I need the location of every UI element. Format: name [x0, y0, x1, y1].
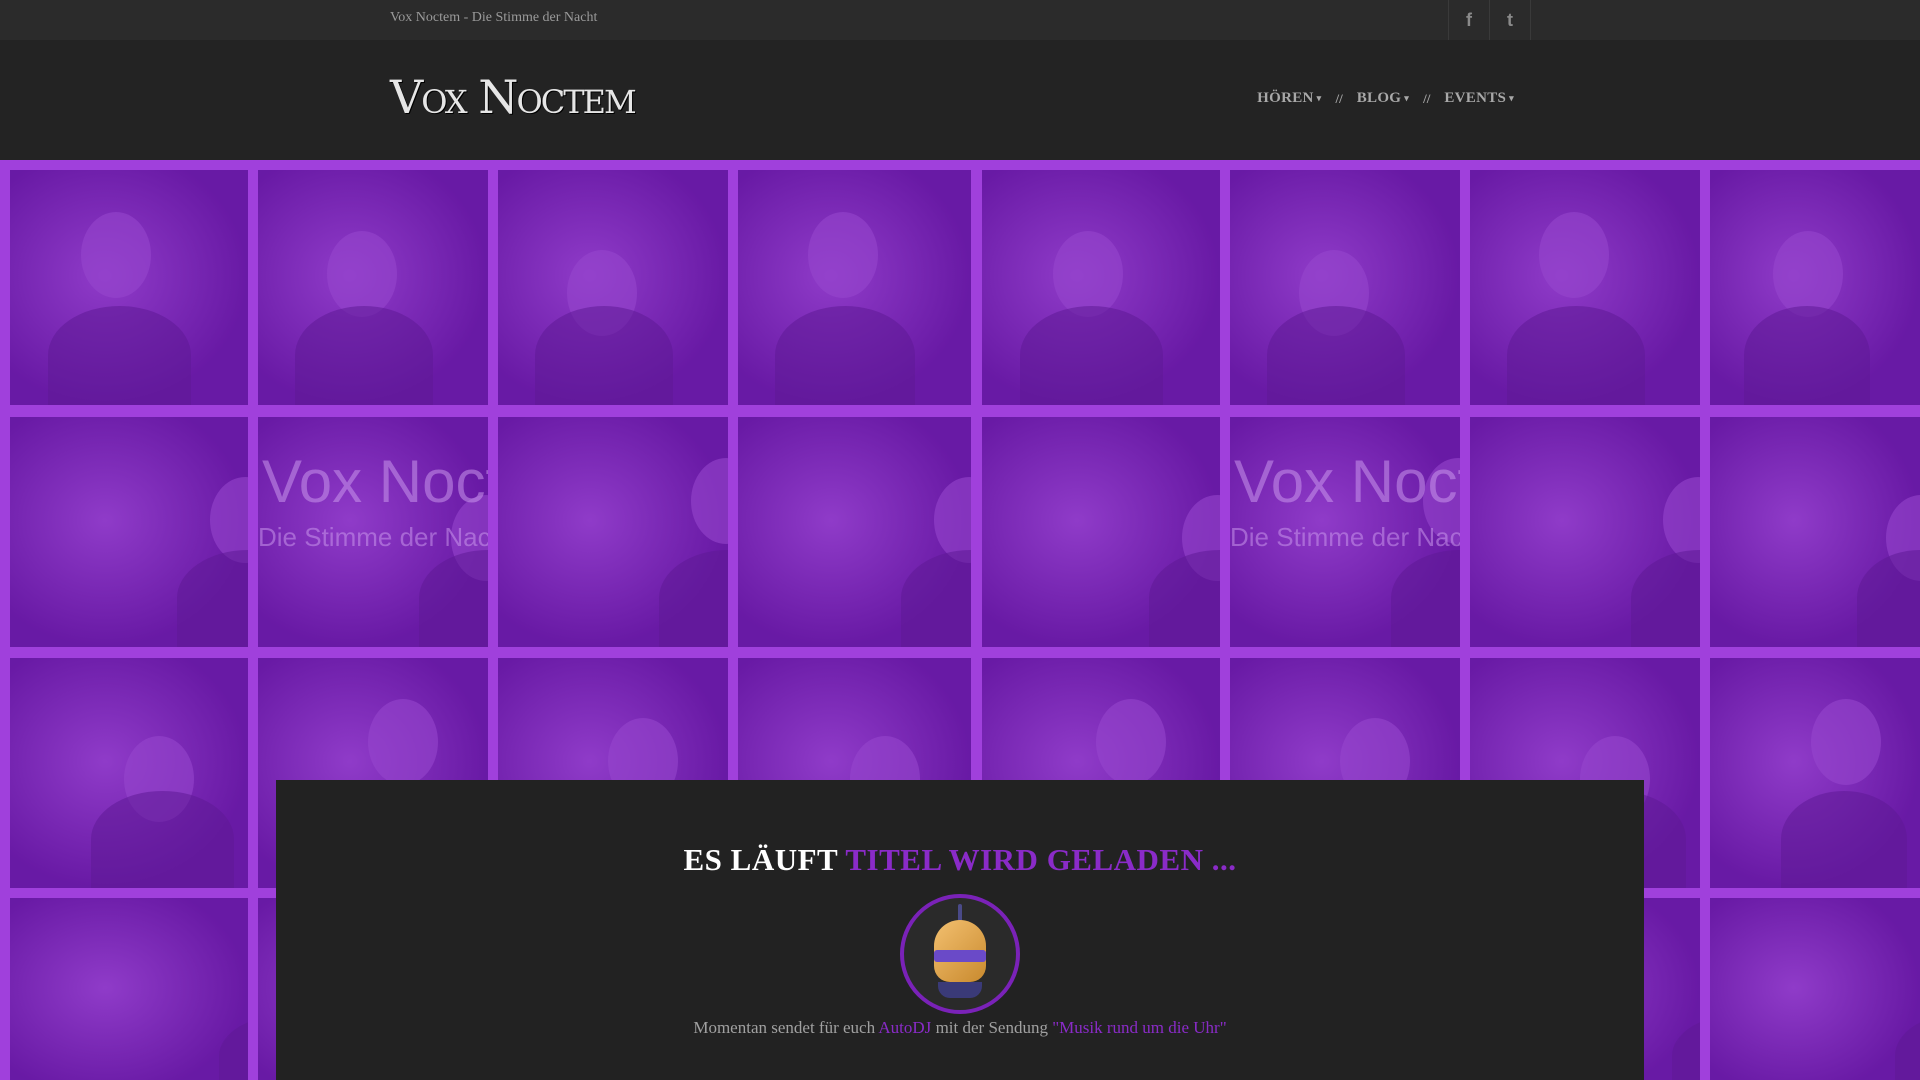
- broadcast-info: Momentan sendet für euch AutoDJ mit der …: [276, 1018, 1644, 1038]
- top-bar: Vox Noctem - Die Stimme der Nacht f t: [0, 0, 1920, 41]
- gallery-photo: [1230, 170, 1460, 405]
- photo-figure-head: [1053, 231, 1124, 318]
- gallery-photo: [1710, 170, 1920, 405]
- now-playing-heading: ES LÄUFT TITEL WIRD GELADEN ...: [276, 842, 1644, 878]
- photo-figure-body: [294, 306, 433, 405]
- photo-figure-body: [90, 791, 234, 888]
- photo-figure-body: [1743, 306, 1870, 405]
- robot-base: [938, 982, 982, 998]
- site-header: Vox Noctem HÖREN ▾ // BLOG ▾ // EVENTS ▾: [0, 40, 1920, 160]
- caret-down-icon: ▾: [1404, 93, 1410, 104]
- banner-logo-text: Vox Noctem: [1234, 448, 1460, 515]
- gallery-photo: [10, 170, 248, 405]
- gallery-photo: [1710, 658, 1920, 888]
- now-playing-panel: ES LÄUFT TITEL WIRD GELADEN ... Momentan…: [276, 780, 1644, 1080]
- nav-item-label: HÖREN: [1257, 90, 1314, 106]
- social-links: f t: [1448, 0, 1531, 40]
- gallery-photo: Vox Noctem Die Stimme der Nacht: [1230, 417, 1460, 647]
- gallery-photo: [982, 417, 1220, 647]
- site-tagline: Vox Noctem - Die Stimme der Nacht: [390, 10, 598, 25]
- nav-separator: //: [1423, 90, 1431, 106]
- photo-shade: [1710, 898, 1920, 1080]
- photo-shade: [10, 898, 248, 1080]
- info-middle: mit der Sendung: [935, 1018, 1048, 1037]
- photo-figure-head: [1773, 231, 1843, 318]
- gallery-photo: [738, 170, 971, 405]
- photo-figure-head: [807, 212, 878, 299]
- photo-figure-body: [1266, 306, 1405, 405]
- caret-down-icon: ▾: [1509, 93, 1514, 104]
- site-logo[interactable]: Vox Noctem: [390, 70, 637, 124]
- robot-visor: [934, 950, 986, 962]
- gallery-photo: [1470, 170, 1700, 405]
- photo-figure-head: [327, 231, 397, 318]
- show-name-link[interactable]: "Musik rund um die Uhr": [1052, 1018, 1226, 1037]
- nav-item-label: EVENTS: [1444, 90, 1507, 106]
- photo-figure-body: [1781, 791, 1908, 888]
- gallery-photo: [10, 898, 248, 1080]
- nav-item-events[interactable]: EVENTS ▾: [1444, 90, 1514, 107]
- photo-figure-head: [1810, 699, 1881, 786]
- gallery-photo: [258, 170, 488, 405]
- photo-figure-body: [775, 306, 916, 405]
- banner-logo-text: Vox Noctem: [262, 448, 488, 515]
- photo-figure-body: [1506, 306, 1645, 405]
- nav-separator: //: [1335, 90, 1343, 106]
- info-prefix: Momentan sendet für euch: [693, 1018, 876, 1037]
- nav-item-label: BLOG: [1356, 90, 1402, 106]
- gallery-photo: [1710, 417, 1920, 647]
- gallery-photo: [1470, 417, 1700, 647]
- photo-figure-body: [1020, 306, 1163, 405]
- dj-name-link[interactable]: AutoDJ: [878, 1018, 931, 1037]
- facebook-icon[interactable]: f: [1449, 0, 1490, 40]
- caret-down-icon: ▾: [1316, 93, 1322, 104]
- photo-figure-body: [48, 306, 191, 405]
- now-playing-label: ES LÄUFT: [683, 842, 838, 877]
- dj-avatar: [900, 894, 1020, 1014]
- now-playing-track: TITEL WIRD GELADEN ...: [845, 842, 1237, 877]
- gallery-photo: [498, 417, 728, 647]
- banner-sub-text: Die Stimme der Nacht: [258, 522, 488, 552]
- banner-sub-text: Die Stimme der Nacht: [1230, 522, 1460, 552]
- twitter-icon[interactable]: t: [1490, 0, 1531, 40]
- main-nav: HÖREN ▾ // BLOG ▾ // EVENTS ▾: [1257, 90, 1514, 107]
- gallery-photo: [1710, 898, 1920, 1080]
- photo-figure-body: [534, 306, 673, 405]
- photo-figure-head: [1539, 212, 1609, 299]
- gallery-photo: [498, 170, 728, 405]
- nav-item-hoeren[interactable]: HÖREN ▾: [1257, 90, 1321, 107]
- gallery-photo: Vox Noctem Die Stimme der Nacht: [258, 417, 488, 647]
- gallery-photo: [10, 658, 248, 888]
- gallery-photo: [10, 417, 248, 647]
- gallery-photo: [982, 170, 1220, 405]
- nav-item-blog[interactable]: BLOG ▾: [1357, 90, 1409, 107]
- gallery-photo: [738, 417, 971, 647]
